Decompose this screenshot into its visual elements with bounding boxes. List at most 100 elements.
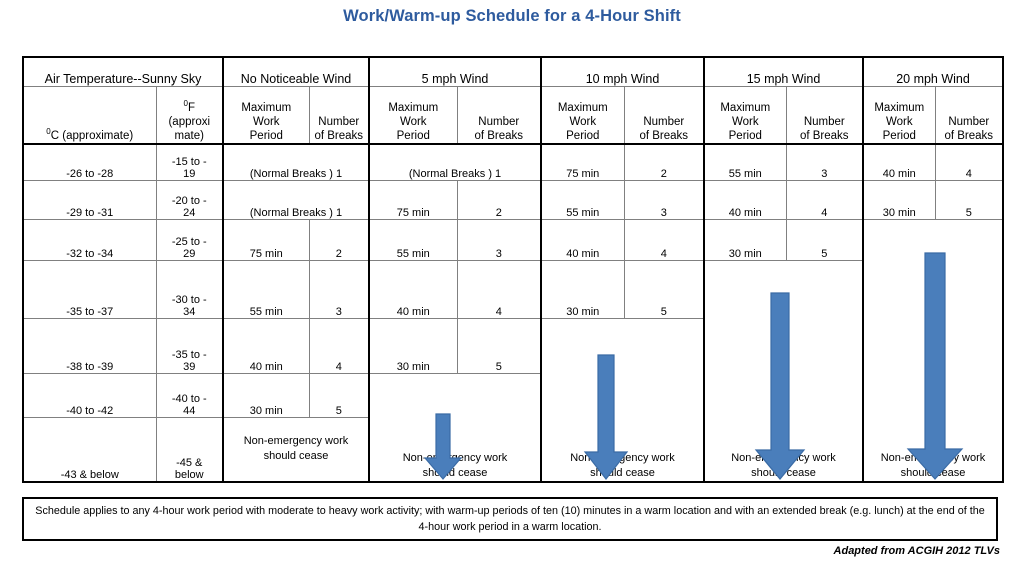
max-work-line1: Maximum	[241, 101, 292, 114]
group-header-air-temperature: Air Temperature--Sunny Sky	[22, 56, 224, 87]
page-title: Work/Warm-up Schedule for a 4-Hour Shift	[343, 7, 681, 25]
cease-line2: should cease	[263, 450, 329, 463]
breaks-line1: Number	[803, 115, 845, 128]
breaks-line1: Number	[478, 115, 520, 128]
cell-15mph-breaks: 4	[785, 179, 864, 220]
table-row: -29 to -31 -20 to - 24 (Normal Breaks ) …	[22, 179, 1005, 220]
breaks-line2: of Breaks	[314, 129, 364, 142]
cell-10mph-breaks: 2	[623, 143, 705, 181]
sub-header-celsius: 0C (approximate)	[22, 86, 157, 145]
cell-10mph-work: 75 min	[540, 143, 625, 181]
fahrenheit-approx-line1: (approxi	[168, 115, 211, 128]
max-work-line2: Work	[569, 115, 597, 128]
cell-no-wind-breaks: 2	[308, 218, 370, 261]
footer-note: Schedule applies to any 4-hour work peri…	[22, 497, 998, 541]
fahrenheit-line1: -25 to -	[171, 235, 207, 248]
fahrenheit-line1: -35 to -	[171, 348, 207, 361]
fahrenheit-line1: -40 to -	[171, 392, 207, 405]
fahrenheit-line2: 24	[183, 206, 196, 219]
attribution: Adapted from ACGIH 2012 TLVs	[833, 545, 1000, 557]
cease-line1: Non-emergency work	[243, 435, 349, 448]
celsius-label: C (approximate)	[50, 129, 134, 142]
cell-10mph-breaks: 4	[623, 218, 705, 261]
cell-celsius: -29 to -31	[22, 179, 157, 220]
cell-fahrenheit: -45 & below	[155, 416, 224, 483]
max-work-line1: Maximum	[557, 101, 608, 114]
cell-15mph-breaks: 3	[785, 143, 864, 181]
cell-no-wind-work: 75 min	[222, 218, 310, 261]
table-row: -32 to -34 -25 to - 29 75 min 2 55 min 3…	[22, 218, 1005, 483]
cell-celsius: -35 to -37	[22, 259, 157, 319]
cell-5mph-breaks: 5	[456, 317, 542, 374]
sub-header-max-work-5mph: Maximum Work Period	[368, 86, 458, 145]
cell-20mph-cease-notice: Non-emergency work should cease	[862, 218, 1005, 483]
cell-fahrenheit: -30 to - 34	[155, 259, 224, 319]
cell-no-wind-breaks: 3	[308, 259, 370, 319]
cell-10mph-breaks: 3	[623, 179, 705, 220]
cell-5mph-breaks: 4	[456, 259, 542, 319]
breaks-line1: Number	[643, 115, 685, 128]
cell-celsius: -32 to -34	[22, 218, 157, 261]
cell-5mph-breaks: 2	[456, 179, 542, 220]
cell-celsius: -38 to -39	[22, 317, 157, 374]
fahrenheit-line1: -45 &	[176, 457, 203, 469]
max-work-line3: Period	[396, 129, 430, 142]
cell-no-wind-normal-breaks: (Normal Breaks ) 1	[222, 179, 370, 220]
breaks-line2: of Breaks	[639, 129, 689, 142]
cell-fahrenheit: -25 to - 29	[155, 218, 224, 261]
cell-fahrenheit: -15 to - 19	[155, 143, 224, 181]
cell-10mph-work: 30 min	[540, 259, 625, 319]
sub-header-max-work-10mph: Maximum Work Period	[540, 86, 625, 145]
fahrenheit-line1: -30 to -	[171, 293, 207, 306]
fahrenheit-line2: 19	[183, 167, 196, 180]
cell-no-wind-work: 55 min	[222, 259, 310, 319]
breaks-line2: of Breaks	[944, 129, 994, 142]
table-group-header-row: Air Temperature--Sunny Sky No Noticeable…	[22, 56, 1005, 87]
max-work-line2: Work	[399, 115, 427, 128]
max-work-line3: Period	[566, 129, 600, 142]
table-sub-header-row: 0C (approximate) 0F (approxi mate) Maxim…	[22, 86, 1005, 145]
cell-10mph-cease-notice: Non-emergency work should cease	[540, 317, 705, 483]
cease-line2: should cease	[900, 467, 966, 480]
breaks-line1: Number	[318, 115, 360, 128]
cell-15mph-breaks: 5	[785, 218, 864, 261]
cell-20mph-breaks: 4	[934, 143, 1005, 181]
sub-header-fahrenheit: 0F (approxi mate)	[155, 86, 224, 145]
cell-10mph-breaks: 5	[623, 259, 705, 319]
cell-5mph-work: 55 min	[368, 218, 458, 261]
cease-line1: Non-emergency work	[570, 452, 675, 465]
work-warmup-schedule-table: Air Temperature--Sunny Sky No Noticeable…	[22, 56, 1005, 483]
sub-header-breaks-15mph: Number of Breaks	[785, 86, 864, 145]
cease-line2: should cease	[590, 467, 655, 480]
max-work-line1: Maximum	[388, 101, 439, 114]
cell-5mph-work: 75 min	[368, 179, 458, 220]
cell-fahrenheit: -20 to - 24	[155, 179, 224, 220]
cell-no-wind-normal-breaks: (Normal Breaks ) 1	[222, 143, 370, 181]
cell-no-wind-work: 40 min	[222, 317, 310, 374]
cell-15mph-work: 40 min	[703, 179, 787, 220]
cell-5mph-normal-breaks: (Normal Breaks ) 1	[367, 143, 542, 181]
breaks-line2: of Breaks	[474, 129, 524, 142]
cease-line1: Non-emergency work	[880, 452, 986, 465]
cell-fahrenheit: -35 to - 39	[155, 317, 224, 374]
cell-15mph-work: 55 min	[703, 143, 787, 181]
cease-line2: should cease	[751, 467, 816, 480]
max-work-line1: Maximum	[874, 101, 925, 114]
cell-celsius: -26 to -28	[22, 143, 157, 181]
group-header-5mph-wind: 5 mph Wind	[367, 56, 542, 87]
sub-header-breaks-no-wind: Number of Breaks	[308, 86, 370, 145]
cell-15mph-work: 30 min	[703, 218, 787, 261]
fahrenheit-line1: -20 to -	[171, 194, 207, 207]
sub-header-max-work-15mph: Maximum Work Period	[703, 86, 787, 145]
table-row: -26 to -28 -15 to - 19 (Normal Breaks ) …	[22, 143, 1005, 181]
breaks-line1: Number	[948, 115, 990, 128]
cell-10mph-work: 55 min	[540, 179, 625, 220]
cease-line2: should cease	[422, 467, 488, 480]
fahrenheit-approx-line2: mate)	[174, 129, 204, 142]
group-header-15mph-wind: 15 mph Wind	[703, 56, 864, 87]
cell-celsius: -43 & below	[22, 416, 157, 483]
sub-header-breaks-10mph: Number of Breaks	[623, 86, 705, 145]
cease-line1: Non-emergency work	[402, 452, 508, 465]
fahrenheit-line2: below	[174, 469, 204, 481]
max-work-line3: Period	[728, 129, 762, 142]
